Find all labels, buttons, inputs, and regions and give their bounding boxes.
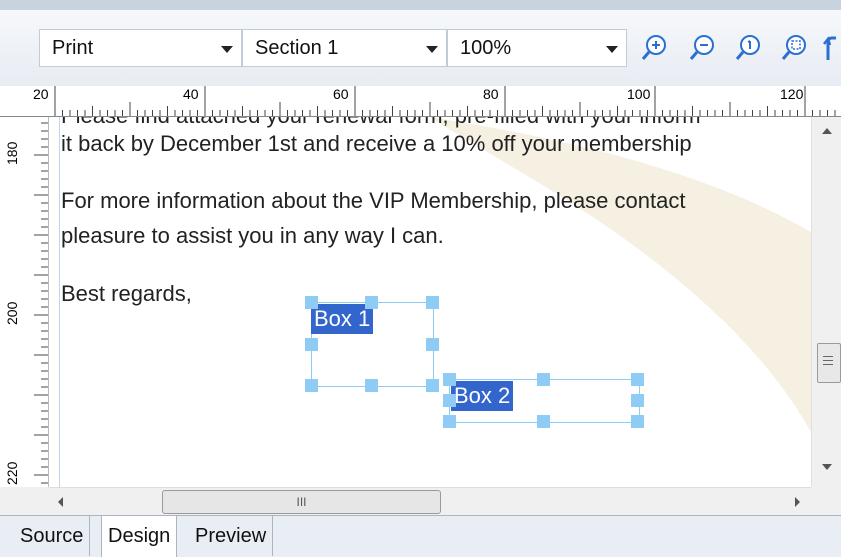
tab-preview[interactable]: Preview bbox=[189, 516, 274, 556]
ruler-label-80: 80 bbox=[483, 86, 499, 102]
zoom-out-icon[interactable] bbox=[688, 34, 716, 62]
resize-handle[interactable] bbox=[631, 415, 644, 428]
ruler-label-60: 60 bbox=[333, 86, 349, 102]
scroll-left-icon[interactable] bbox=[51, 488, 71, 516]
resize-handle[interactable] bbox=[537, 415, 550, 428]
view-mode-select[interactable]: Print bbox=[39, 29, 242, 67]
doc-line-renewal: Please find attached your renewal form, … bbox=[61, 117, 701, 129]
ruler-label-20: 20 bbox=[33, 86, 49, 102]
toolbar: Print Section 1 100% bbox=[0, 10, 841, 87]
resize-handle[interactable] bbox=[365, 379, 378, 392]
ruler-label-220: 220 bbox=[4, 461, 20, 485]
section-select[interactable]: Section 1 bbox=[242, 29, 447, 67]
zoom-select[interactable]: 100% bbox=[447, 29, 627, 67]
ruler-label-100: 100 bbox=[627, 86, 651, 102]
resize-handle[interactable] bbox=[443, 415, 456, 428]
resize-handle[interactable] bbox=[305, 338, 318, 351]
box-2-label[interactable]: Box 2 bbox=[451, 381, 514, 411]
resize-handle[interactable] bbox=[631, 373, 644, 386]
vertical-scrollbar[interactable] bbox=[811, 117, 841, 487]
zoom-in-icon[interactable] bbox=[640, 34, 668, 62]
resize-handle[interactable] bbox=[537, 373, 550, 386]
resize-handle[interactable] bbox=[365, 296, 378, 309]
ruler-corner bbox=[0, 487, 49, 515]
resize-handle[interactable] bbox=[426, 379, 439, 392]
horizontal-scroll-thumb[interactable]: III bbox=[162, 490, 441, 514]
scrollbar-corner bbox=[811, 487, 841, 515]
resize-handle[interactable] bbox=[631, 394, 644, 407]
section-value: Section 1 bbox=[255, 37, 339, 59]
vertical-scroll-thumb[interactable] bbox=[817, 343, 841, 383]
doc-line-regards: Best regards, bbox=[61, 281, 192, 306]
window-frame bbox=[0, 0, 841, 10]
zoom-value: 100% bbox=[460, 37, 512, 59]
tab-source[interactable]: Source bbox=[14, 516, 91, 556]
resize-handle[interactable] bbox=[305, 296, 318, 309]
view-tabs: Source Design Preview bbox=[0, 515, 841, 557]
box-1-label[interactable]: Box 1 bbox=[311, 304, 374, 334]
ruler-label-200: 200 bbox=[4, 301, 20, 325]
scroll-up-icon[interactable] bbox=[812, 121, 841, 141]
view-mode-value: Print bbox=[52, 37, 94, 59]
scroll-down-icon[interactable] bbox=[812, 457, 841, 477]
chevron-down-icon bbox=[606, 46, 618, 53]
doc-line-december: it back by December 1st and receive a 10… bbox=[61, 131, 692, 156]
resize-handle[interactable] bbox=[305, 379, 318, 392]
scroll-thumb-grip: III bbox=[296, 495, 307, 509]
resize-handle[interactable] bbox=[426, 296, 439, 309]
grip-icon bbox=[823, 356, 833, 357]
zoom-fit-icon[interactable] bbox=[780, 34, 808, 62]
resize-handle[interactable] bbox=[426, 338, 439, 351]
doc-line-pleasure: pleasure to assist you in any way I can. bbox=[61, 223, 444, 248]
horizontal-scrollbar[interactable]: III bbox=[49, 487, 811, 516]
vertical-ruler: 180 200 220 bbox=[0, 117, 49, 487]
ruler-label-40: 40 bbox=[183, 86, 199, 102]
chevron-down-icon bbox=[426, 46, 438, 53]
document-canvas[interactable]: Please find attached your renewal form, … bbox=[49, 117, 811, 487]
chevron-down-icon bbox=[221, 46, 233, 53]
scroll-right-icon[interactable] bbox=[787, 488, 807, 516]
ruler-label-120: 120 bbox=[780, 86, 804, 102]
zoom-actual-size-icon[interactable] bbox=[734, 34, 762, 62]
resize-handle[interactable] bbox=[443, 373, 456, 386]
doc-line-more-info: For more information about the VIP Membe… bbox=[61, 188, 686, 213]
ruler-label-180: 180 bbox=[4, 141, 20, 165]
horizontal-ruler: 20 40 60 80 100 120 bbox=[0, 86, 841, 117]
page-margin-line bbox=[59, 117, 60, 487]
tab-design[interactable]: Design bbox=[101, 516, 178, 557]
resize-handle[interactable] bbox=[443, 394, 456, 407]
horizontal-ruler-ticks bbox=[54, 86, 836, 116]
pan-tool-icon[interactable] bbox=[822, 34, 841, 62]
